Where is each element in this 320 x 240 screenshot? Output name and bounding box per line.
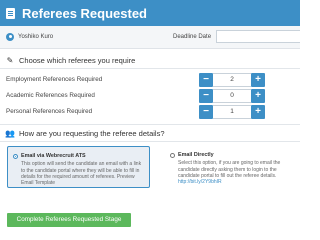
user-bar: Yoshiko Kuro Deadline Date [0,26,300,49]
users-icon: 👥 [5,128,15,138]
option-email-directly[interactable]: Email Directly Select this option, if yo… [165,146,300,188]
personal-increment-button[interactable]: + [251,105,265,119]
option-email-directly-description: Select this option, if you are going to … [170,160,295,185]
employment-references-count[interactable]: 2 [213,73,251,87]
employment-references-label: Employment References Required [6,76,103,83]
personal-references-label: Personal References Required [6,108,93,115]
option-email-directly-title: Email Directly [178,152,214,158]
deadline-date-input[interactable] [216,30,300,43]
user-avatar-icon [6,33,14,41]
request-method-heading-text: How are you requesting the referee detai… [19,128,165,138]
user-name: Yoshiko Kuro [18,34,54,40]
pencil-icon: ✎ [6,55,14,65]
deadline-label: Deadline Date [173,34,212,40]
option-email-via-ats-title: Email via Webrecruit ATS [21,153,86,159]
request-method-heading: 👥 How are you requesting the referee det… [0,126,300,140]
employment-references-row: Employment References Required − 2 + [0,73,300,87]
academic-references-label: Academic References Required [6,92,95,99]
candidate-portal-link[interactable]: http://bit.ly/2Y9bhIR [178,179,222,185]
document-icon [6,7,15,19]
requirements-heading: ✎ Choose which referees you require [0,53,300,67]
divider [0,141,300,142]
option-email-via-ats[interactable]: Email via Webrecruit ATS This option wil… [7,146,150,188]
radio-selected-icon[interactable] [13,153,18,159]
personal-references-count[interactable]: 1 [213,105,251,119]
requirements-heading-text: Choose which referees you require [19,55,136,65]
divider [0,124,300,125]
option-email-via-ats-description: This option will send the candidate an e… [21,161,142,187]
option-title-row: Email via Webrecruit ATS [13,153,144,159]
complete-stage-button[interactable]: Complete Referees Requested Stage [7,213,131,227]
divider [0,68,300,69]
personal-references-row: Personal References Required − 1 + [0,105,300,119]
employment-decrement-button[interactable]: − [199,73,213,87]
academic-references-count[interactable]: 0 [213,89,251,103]
academic-decrement-button[interactable]: − [199,89,213,103]
academic-increment-button[interactable]: + [251,89,265,103]
option-title-row: Email Directly [170,152,295,158]
personal-decrement-button[interactable]: − [199,105,213,119]
page-header: Referees Requested [0,0,300,26]
option-email-directly-text: Select this option, if you are going to … [178,160,281,179]
academic-references-row: Academic References Required − 0 + [0,89,300,103]
employment-increment-button[interactable]: + [251,73,265,87]
radio-unselected-icon[interactable] [170,152,175,158]
page-title: Referees Requested [22,5,147,21]
